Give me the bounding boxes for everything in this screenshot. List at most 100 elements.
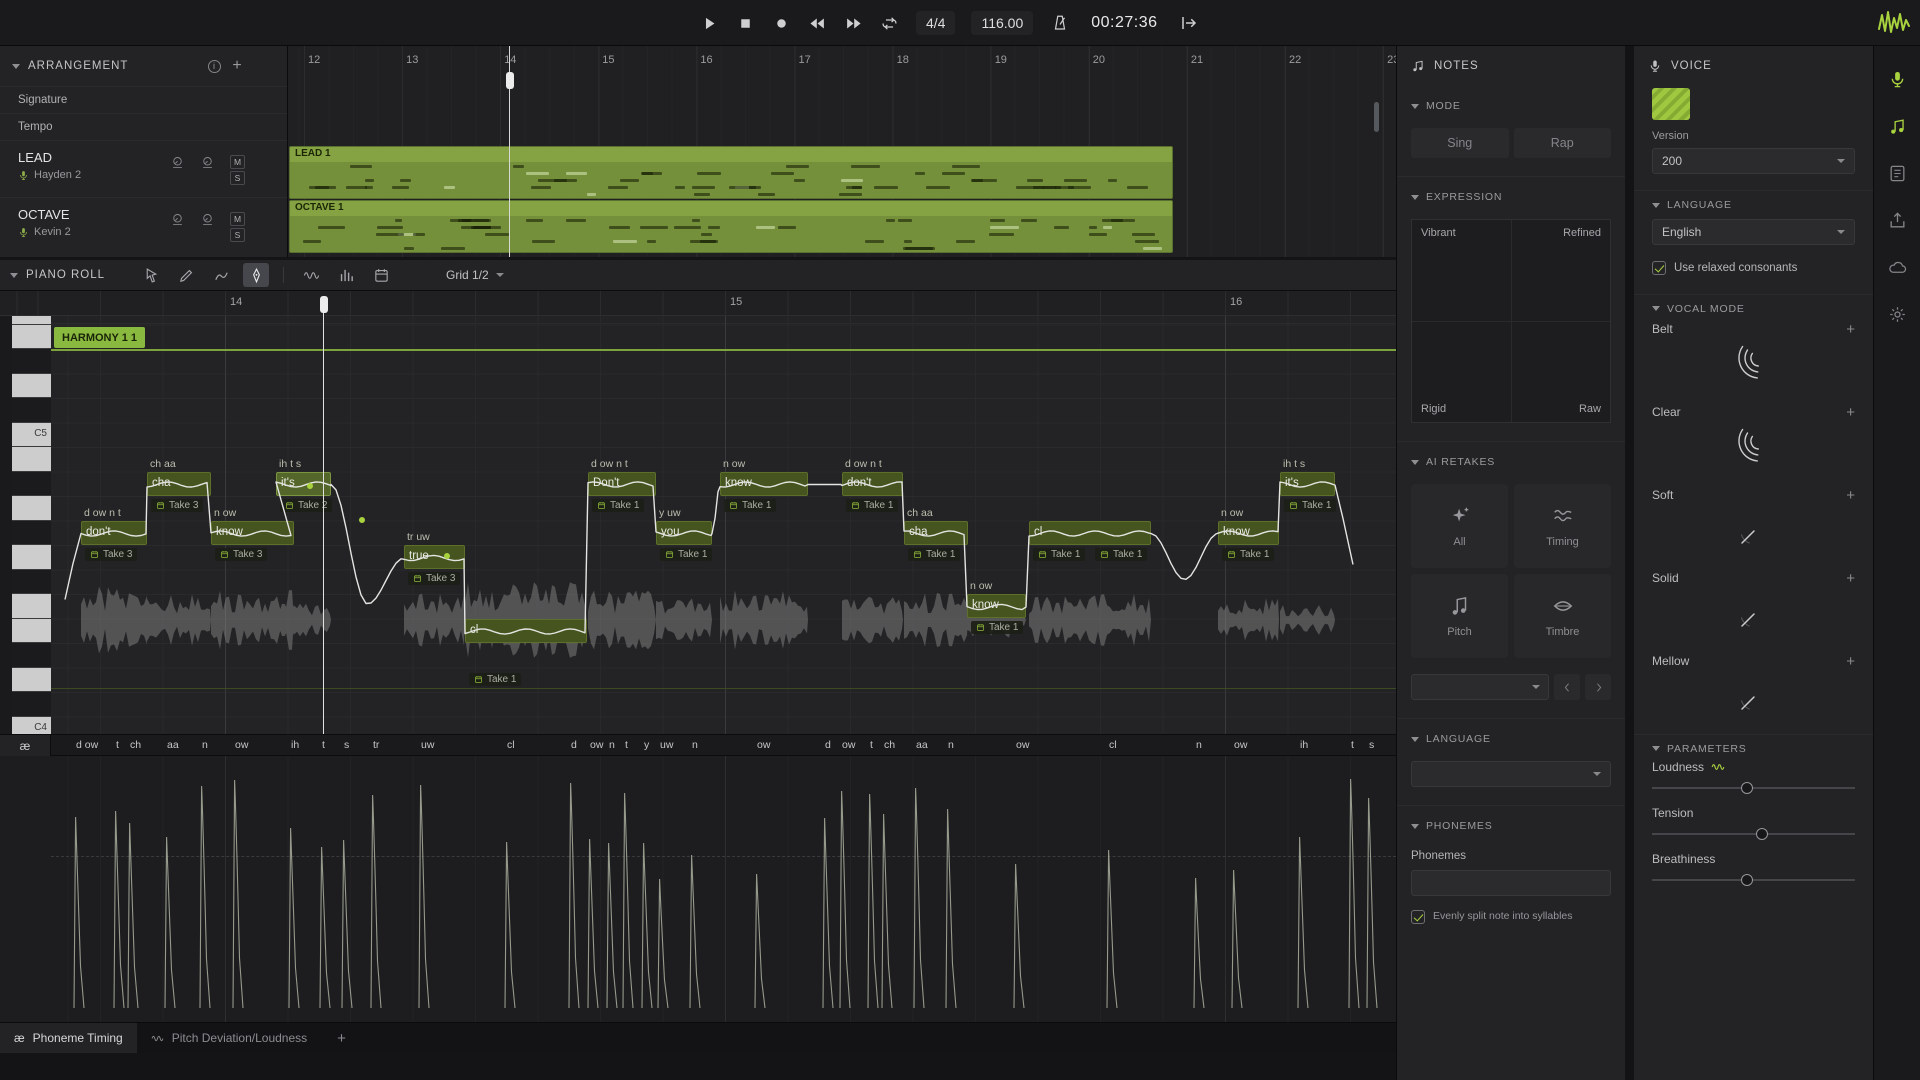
piano-key[interactable] xyxy=(12,594,51,619)
phoneme-label[interactable]: aa xyxy=(916,739,928,751)
breathiness-slider[interactable] xyxy=(1652,871,1855,889)
ai-retakes-section-header[interactable]: AI RETAKES xyxy=(1411,454,1611,470)
phoneme-label[interactable]: ow xyxy=(235,739,248,751)
phoneme-label[interactable]: cl xyxy=(507,739,515,751)
piano-key[interactable] xyxy=(12,570,51,595)
music-note-icon[interactable] xyxy=(1888,117,1907,136)
dial-icon[interactable] xyxy=(200,155,215,170)
info-icon[interactable]: i xyxy=(208,60,221,73)
tab-phoneme-timing[interactable]: æPhoneme Timing xyxy=(0,1023,137,1053)
play-button[interactable] xyxy=(698,12,720,34)
split-syllables-option[interactable]: Evenly split note into syllables xyxy=(1411,910,1611,924)
add-track-button[interactable]: + xyxy=(230,59,245,74)
piano-key[interactable] xyxy=(12,349,51,374)
track-singer[interactable]: Kevin 2 xyxy=(18,226,287,238)
phoneme-label[interactable]: ow xyxy=(757,739,770,751)
vocal-mode-header[interactable]: VOCAL MODE xyxy=(1634,295,1873,311)
pen-tool-button[interactable] xyxy=(243,263,269,287)
voice-language-select[interactable]: English xyxy=(1652,219,1855,245)
piano-roll-ruler[interactable]: 141516 xyxy=(0,291,1396,316)
lane-tempo[interactable]: Tempo xyxy=(0,113,287,140)
curve-tool-button[interactable] xyxy=(208,263,234,287)
soft-knob[interactable] xyxy=(1731,508,1777,554)
piano-key[interactable]: C4 xyxy=(12,717,51,735)
piano-key[interactable] xyxy=(12,643,51,668)
grid-select[interactable]: Grid 1/2 xyxy=(446,268,504,282)
piano-roll-playhead[interactable] xyxy=(323,296,324,734)
piano-key[interactable] xyxy=(12,398,51,423)
piano-key[interactable] xyxy=(12,545,51,570)
phoneme-label[interactable]: t xyxy=(322,739,325,751)
loop-button[interactable] xyxy=(878,12,900,34)
tension-slider[interactable] xyxy=(1652,825,1855,843)
track-octave[interactable]: OCTAVEKevin 2MS xyxy=(0,197,287,254)
track-lead[interactable]: LEADHayden 2MS xyxy=(0,140,287,197)
solid-knob[interactable] xyxy=(1731,591,1777,637)
phoneme-timing-canvas[interactable] xyxy=(0,756,1396,1022)
phoneme-label[interactable]: d xyxy=(825,739,831,751)
piano-key[interactable] xyxy=(12,692,51,717)
clip-label[interactable]: HARMONY 1 1 xyxy=(54,327,145,348)
phoneme-label[interactable]: ow xyxy=(1234,739,1247,751)
select-tool-button[interactable] xyxy=(138,263,164,287)
expression-section-header[interactable]: EXPRESSION xyxy=(1411,189,1611,205)
phoneme-label[interactable]: n xyxy=(202,739,208,751)
phoneme-timing-spikes[interactable] xyxy=(0,756,1396,1022)
metronome-toggle[interactable] xyxy=(1049,12,1071,34)
all-retake-button[interactable]: All xyxy=(1411,484,1508,568)
notes-language-header[interactable]: LANGUAGE xyxy=(1411,731,1611,747)
settings-icon[interactable] xyxy=(1888,305,1907,324)
belt-knob[interactable] xyxy=(1731,342,1777,388)
piano-key[interactable]: C5 xyxy=(12,423,51,448)
mute-button[interactable]: M xyxy=(230,155,245,169)
mode-rap-button[interactable]: Rap xyxy=(1514,128,1612,158)
add-vocal-mode-button[interactable]: + xyxy=(1846,570,1855,587)
cloud-icon[interactable] xyxy=(1888,258,1907,277)
phoneme-label[interactable]: d xyxy=(571,739,577,751)
clip-octave-1[interactable]: OCTAVE 1 xyxy=(289,200,1173,253)
arrangement-header[interactable]: ARRANGEMENT i + xyxy=(0,46,287,86)
parameters-header[interactable]: PARAMETERS xyxy=(1634,735,1873,751)
voice-language-header[interactable]: LANGUAGE xyxy=(1634,191,1873,207)
track-singer[interactable]: Hayden 2 xyxy=(18,169,287,181)
record-button[interactable] xyxy=(770,12,792,34)
phoneme-label[interactable]: ih xyxy=(291,739,299,751)
rewind-button[interactable] xyxy=(806,12,828,34)
phoneme-label[interactable]: t xyxy=(116,739,119,751)
phoneme-label[interactable]: aa xyxy=(167,739,179,751)
notes-language-select[interactable] xyxy=(1411,761,1611,787)
phoneme-label[interactable]: ch xyxy=(130,739,141,751)
slider-handle[interactable] xyxy=(1741,782,1753,794)
phoneme-label[interactable]: d ow xyxy=(76,739,98,751)
phoneme-label[interactable]: y xyxy=(644,739,649,751)
mute-button[interactable]: M xyxy=(230,212,245,226)
expression-xy-pad[interactable]: VibrantRefinedRigidRaw xyxy=(1411,219,1611,423)
scrollbar-thumb[interactable] xyxy=(1374,102,1379,132)
retake-next-button[interactable] xyxy=(1585,674,1611,700)
dial-icon[interactable] xyxy=(170,212,185,227)
checkbox-checked-icon[interactable] xyxy=(1411,910,1425,924)
tab-pitch-deviation-loudness[interactable]: Pitch Deviation/Loudness xyxy=(137,1023,321,1053)
piano-key[interactable] xyxy=(12,668,51,693)
slider-handle[interactable] xyxy=(1756,828,1768,840)
phoneme-label[interactable]: n xyxy=(692,739,698,751)
add-vocal-mode-button[interactable]: + xyxy=(1846,487,1855,504)
phoneme-label[interactable]: s xyxy=(344,739,349,751)
phoneme-label[interactable]: ow xyxy=(590,739,603,751)
phoneme-label[interactable]: ih xyxy=(1300,739,1308,751)
phoneme-label[interactable]: cl xyxy=(1109,739,1117,751)
pitch-curve-layer[interactable] xyxy=(0,316,1396,734)
solo-button[interactable]: S xyxy=(230,171,245,185)
takes-calendar-button[interactable] xyxy=(368,263,394,287)
solo-button[interactable]: S xyxy=(230,228,245,242)
add-lane-button[interactable]: + xyxy=(321,1023,362,1053)
follow-playhead-toggle[interactable] xyxy=(1178,12,1200,34)
phoneme-label[interactable]: tr xyxy=(373,739,379,751)
dynamics-bars-button[interactable] xyxy=(333,263,359,287)
phoneme-label[interactable]: t xyxy=(870,739,873,751)
piano-roll-header[interactable]: PIANO ROLL xyxy=(10,269,128,281)
phoneme-label[interactable]: ow xyxy=(842,739,855,751)
time-signature-display[interactable]: 4/4 xyxy=(916,11,955,35)
piano-key[interactable] xyxy=(12,374,51,399)
add-vocal-mode-button[interactable]: + xyxy=(1846,653,1855,670)
